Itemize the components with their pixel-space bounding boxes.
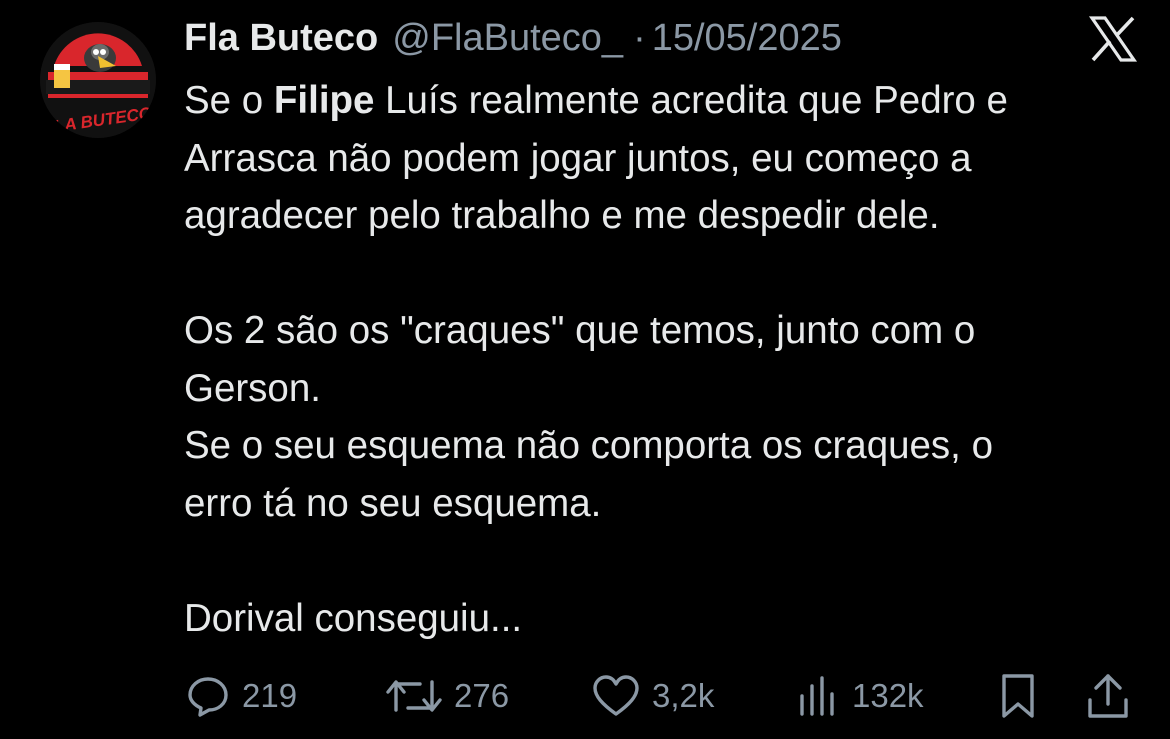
tweet-line: Se o Filipe Luís realmente acredita que … (184, 79, 1008, 122)
tweet-header: Fla Buteco @FlaButeco_ · 15/05/2025 (184, 14, 842, 62)
reply-icon (188, 677, 228, 717)
share-button[interactable] (1086, 670, 1130, 722)
tweet-line: Dorival conseguiu... (184, 596, 523, 640)
fla-buteco-logo-icon: FLA BUTECO (40, 22, 156, 138)
reply-button[interactable]: 219 (186, 670, 297, 722)
tweet-line: Arrasca não podem jogar juntos, eu começ… (184, 136, 972, 180)
author-handle[interactable]: @FlaButeco_ (392, 14, 623, 62)
repost-count: 276 (454, 677, 510, 714)
bookmark-icon (1002, 674, 1034, 718)
bookmark-button[interactable] (998, 670, 1038, 722)
x-logo-icon[interactable] (1088, 14, 1138, 64)
reply-count: 219 (242, 677, 298, 714)
like-button[interactable]: 3,2k (592, 670, 714, 722)
heart-icon (593, 675, 639, 716)
tweet-text: Se o Filipe Luís realmente acredita que … (184, 72, 1144, 647)
views-count: 132k (852, 677, 924, 714)
like-count: 3,2k (652, 677, 715, 714)
mention-bold: Filipe (273, 79, 375, 122)
repost-button[interactable]: 276 (386, 670, 509, 722)
tweet-date[interactable]: 15/05/2025 (652, 14, 842, 62)
views-button[interactable]: 132k (796, 670, 924, 722)
avatar[interactable]: FLA BUTECO (40, 22, 156, 138)
author-name[interactable]: Fla Buteco (184, 14, 378, 62)
separator-dot: · (633, 17, 646, 59)
share-icon (1088, 674, 1128, 718)
tweet-line: Se o seu esquema não comporta os craques… (184, 424, 993, 467)
views-icon (800, 676, 834, 716)
tweet-line: Gerson. (184, 366, 321, 410)
tweet-line: erro tá no seu esquema. (184, 481, 602, 525)
tweet-line: Os 2 são os "craques" que temos, junto c… (184, 309, 976, 352)
tweet-line: agradecer pelo trabalho e me despedir de… (184, 194, 940, 237)
repost-icon (386, 680, 442, 712)
action-bar: 219 276 3,2k 132k (186, 670, 1146, 722)
